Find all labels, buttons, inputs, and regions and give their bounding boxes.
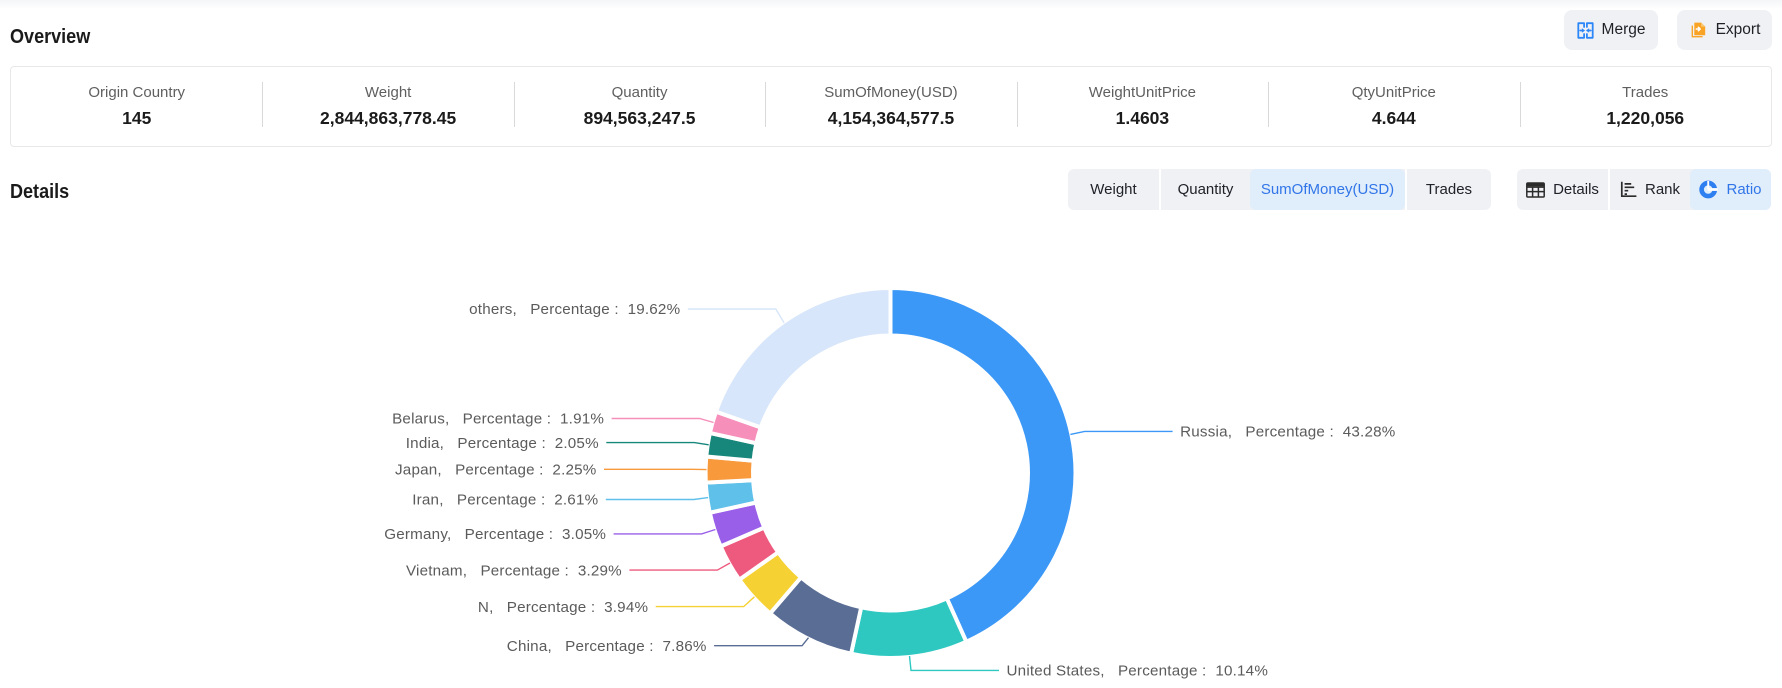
svg-text:United States, Percentage :: United States, Percentage : 10.14% xyxy=(1007,663,1269,680)
svg-text:Belarus, Percentage : 1.91%: Belarus, Percentage : 1.91% xyxy=(392,411,604,428)
svg-text:Germany, Percentage : 3.05%: Germany, Percentage : 3.05% xyxy=(384,526,606,543)
svg-text:India, Percentage : 2.05%: India, Percentage : 2.05% xyxy=(406,435,599,452)
svg-text:Vietnam, Percentage : 3.29%: Vietnam, Percentage : 3.29% xyxy=(406,562,622,579)
svg-text:Japan, Percentage : 2.25%: Japan, Percentage : 2.25% xyxy=(395,462,596,479)
svg-text:China, Percentage : 7.86%: China, Percentage : 7.86% xyxy=(507,638,707,655)
svg-text:Iran, Percentage : 2.61%: Iran, Percentage : 2.61% xyxy=(412,492,598,509)
svg-text:N, Percentage : 3.94%: N, Percentage : 3.94% xyxy=(478,599,648,616)
svg-text:others, Percentage : 19.62%: others, Percentage : 19.62% xyxy=(469,301,680,318)
svg-text:Russia, Percentage : 43.28%: Russia, Percentage : 43.28% xyxy=(1180,424,1395,441)
